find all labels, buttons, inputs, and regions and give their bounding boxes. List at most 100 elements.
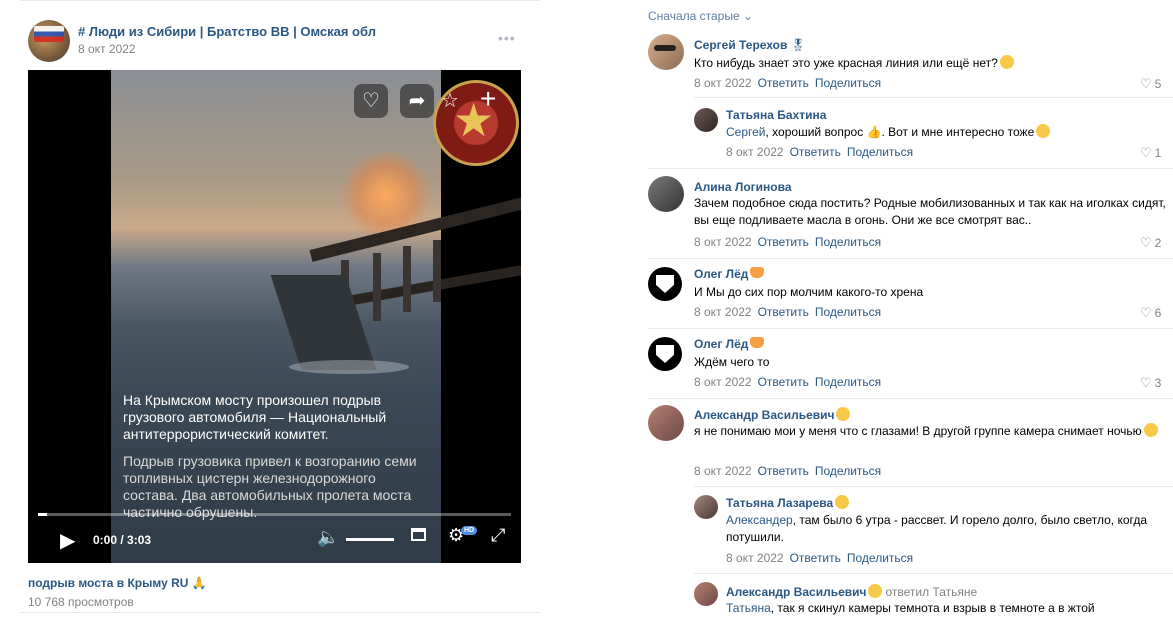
like-button[interactable]: ♡ 2: [1140, 235, 1161, 251]
share-button[interactable]: Поделиться: [847, 145, 913, 159]
comment-author[interactable]: Олег Лёд: [694, 337, 765, 351]
avatar[interactable]: [694, 582, 718, 606]
reply-button[interactable]: Ответить: [758, 464, 809, 478]
fullscreen-icon[interactable]: ⤢: [491, 525, 505, 546]
comments-section: Сначала старые ⌄ Сергей Терехов 🎖 Кто ниб…: [640, 0, 1173, 617]
comment-text: Татьяна, так я скинул камеры темнота и в…: [726, 601, 1095, 615]
hd-badge: HD: [461, 526, 478, 535]
comment-meta: 8 окт 2022 Ответить Поделиться: [694, 305, 882, 319]
share-button[interactable]: Поделиться: [815, 464, 881, 478]
plus-icon[interactable]: +: [480, 82, 496, 116]
video-caption: На Крымском мосту произошел подрыв грузо…: [123, 392, 423, 531]
thinking-emoji-icon: [1036, 124, 1051, 138]
caption-sub: Подрыв грузовика привел к возгоранию сем…: [123, 453, 417, 520]
comment-author[interactable]: Олег Лёд: [694, 267, 765, 281]
more-horizontal-icon[interactable]: •••: [498, 30, 516, 46]
smile-emoji-icon: [836, 407, 851, 421]
view-count: 10 768 просмотров: [28, 595, 134, 609]
miniplayer-icon[interactable]: [411, 528, 426, 541]
volume-icon[interactable]: 🔈: [317, 527, 339, 548]
comment-meta: 8 окт 2022 Ответить Поделиться: [694, 76, 882, 90]
share-button[interactable]: Поделиться: [815, 235, 881, 249]
heart-icon: ♡: [1140, 76, 1152, 91]
group-avatar[interactable]: [28, 20, 70, 62]
comment-divider: [694, 97, 1173, 98]
heart-icon: ♡: [1140, 305, 1152, 320]
comment-meta: 8 окт 2022 Ответить Поделиться: [726, 551, 914, 565]
post-date[interactable]: 8 окт 2022: [78, 42, 136, 56]
avatar[interactable]: [648, 267, 682, 301]
post-bottom-divider: [20, 612, 540, 613]
group-name-link[interactable]: # Люди из Сибири | Братство ВВ | Омская …: [78, 24, 376, 39]
mention-link[interactable]: Александер: [726, 513, 793, 527]
share-button[interactable]: Поделиться: [815, 76, 881, 90]
heart-icon: ♡: [1140, 375, 1152, 390]
comment-divider: [694, 573, 1173, 574]
star-icon[interactable]: ☆: [433, 84, 467, 118]
video-player[interactable]: ★ ♡ ➦ ☆ + На Крымском мосту произошел по…: [28, 70, 521, 563]
share-button[interactable]: Поделиться: [815, 375, 881, 389]
thinking-emoji-icon: [999, 55, 1014, 69]
heart-icon[interactable]: ♡: [354, 84, 388, 118]
tired-emoji-icon: [1143, 423, 1158, 437]
avatar[interactable]: [694, 495, 718, 519]
video-progress-fill: [38, 513, 48, 516]
volume-slider[interactable]: [346, 538, 394, 541]
comment-text: И Мы до сих пор молчим какого-то хрена: [694, 285, 924, 299]
comment-text: Зачем подобное сюда постить? Родные моби…: [694, 196, 1166, 227]
reply-button[interactable]: Ответить: [758, 305, 809, 319]
comment-author[interactable]: Александр Васильевич: [694, 407, 851, 422]
reply-to-label[interactable]: ответил Татьяне: [885, 585, 977, 599]
ice-emoji-icon: [750, 267, 765, 278]
reply-button[interactable]: Ответить: [790, 145, 841, 159]
like-button[interactable]: ♡ 5: [1140, 76, 1161, 92]
video-progress-bar[interactable]: [38, 513, 511, 516]
reply-button[interactable]: Ответить: [758, 235, 809, 249]
comment-text: Александер, там было 6 утра - рассвет. И…: [726, 513, 1148, 544]
comment-divider: [648, 258, 1173, 259]
comment-divider: [648, 328, 1173, 329]
comment-meta: 8 окт 2022 Ответить Поделиться: [694, 235, 882, 249]
avatar[interactable]: [648, 337, 682, 371]
like-button[interactable]: ♡ 3: [1140, 375, 1161, 391]
mention-link[interactable]: Сергей: [726, 125, 766, 139]
play-icon[interactable]: ▶: [60, 528, 75, 553]
sort-dropdown[interactable]: Сначала старые ⌄: [648, 9, 753, 23]
heart-icon: ♡: [1140, 235, 1152, 250]
comment-author[interactable]: Александр Васильевич ответил Татьяне: [726, 584, 977, 599]
heart-icon: ♡: [1140, 145, 1152, 160]
avatar[interactable]: [648, 34, 684, 70]
share-icon[interactable]: ➦: [400, 84, 434, 118]
reply-button[interactable]: Ответить: [758, 76, 809, 90]
reply-button[interactable]: Ответить: [758, 375, 809, 389]
post-top-divider: [20, 0, 540, 1]
comment-text: Сергей, хороший вопрос 👍. Вот и мне инте…: [726, 124, 1166, 141]
avatar[interactable]: [648, 405, 684, 441]
comment-author[interactable]: Сергей Терехов 🎖: [694, 38, 806, 52]
video-title[interactable]: подрыв моста в Крыму RU 🙏: [28, 576, 207, 590]
collapsed-span: [270, 275, 377, 370]
ice-emoji-icon: [750, 337, 765, 348]
avatar[interactable]: [694, 108, 718, 132]
like-button[interactable]: ♡ 1: [1140, 145, 1161, 161]
smile-emoji-icon: [868, 584, 883, 598]
comment-divider: [648, 168, 1173, 169]
comment-text: Кто нибудь знает это уже красная линия и…: [694, 55, 1164, 72]
comment-meta: 8 окт 2022 Ответить Поделиться: [694, 464, 882, 478]
reply-button[interactable]: Ответить: [790, 551, 841, 565]
comment-author[interactable]: Алина Логинова: [694, 180, 792, 194]
comment-author[interactable]: Татьяна Бахтина: [726, 108, 826, 122]
mention-link[interactable]: Татьяна: [726, 601, 771, 615]
smile-emoji-icon: [835, 495, 850, 509]
share-button[interactable]: Поделиться: [815, 305, 881, 319]
video-time: 0:00 / 3:03: [93, 533, 152, 547]
comment-meta: 8 окт 2022 Ответить Поделиться: [694, 375, 882, 389]
comment-divider: [694, 486, 1173, 487]
comment-text: я не понимаю мои у меня что с глазами! В…: [694, 423, 1164, 440]
comment-divider: [648, 398, 1173, 399]
caption-main: На Крымском мосту произошел подрыв грузо…: [123, 392, 387, 442]
comment-author[interactable]: Татьяна Лазарева: [726, 495, 850, 510]
like-button[interactable]: ♡ 6: [1140, 305, 1161, 321]
share-button[interactable]: Поделиться: [847, 551, 913, 565]
avatar[interactable]: [648, 176, 684, 212]
